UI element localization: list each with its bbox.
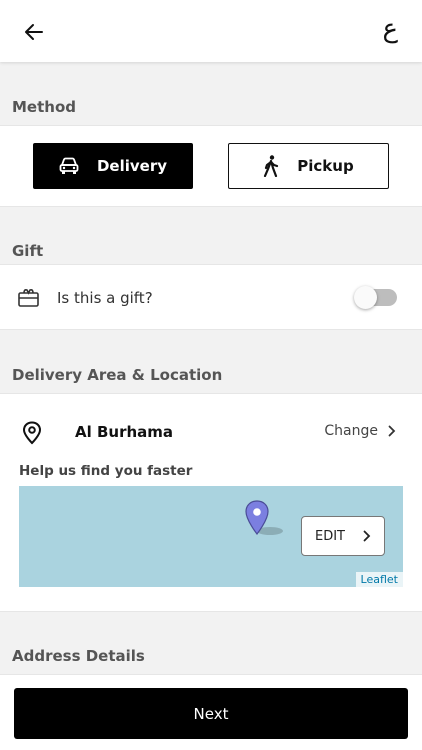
method-section-label: Method	[12, 98, 76, 116]
car-icon	[59, 157, 79, 174]
pickup-button[interactable]: Pickup	[228, 143, 389, 189]
delivery-button[interactable]: Delivery	[33, 143, 193, 189]
pickup-label: Pickup	[297, 157, 354, 175]
gift-box-icon	[18, 289, 39, 307]
top-bar: ع	[0, 0, 422, 62]
method-section: Delivery Pickup	[0, 125, 422, 207]
location-map[interactable]: EDIT Leaflet	[19, 486, 403, 587]
walking-person-icon	[264, 155, 279, 177]
help-text: Help us find you faster	[19, 463, 193, 479]
arrow-left-icon[interactable]	[22, 20, 46, 44]
location-pin-icon	[22, 421, 42, 445]
edit-label: EDIT	[315, 528, 345, 544]
delivery-label: Delivery	[96, 157, 168, 175]
change-area-link[interactable]: Change	[324, 423, 396, 439]
delivery-section: Al Burhama Change Help us find you faste…	[0, 393, 422, 612]
next-label: Next	[193, 704, 229, 723]
chevron-right-icon	[388, 425, 396, 437]
gift-section-label: Gift	[12, 242, 44, 260]
map-marker-icon[interactable]	[245, 500, 291, 540]
delivery-area-name: Al Burhama	[75, 423, 174, 441]
toggle-knob	[354, 286, 377, 309]
chevron-right-icon	[363, 530, 371, 542]
edit-location-button[interactable]: EDIT	[301, 516, 385, 556]
change-label: Change	[324, 423, 378, 439]
next-button[interactable]: Next	[14, 688, 408, 739]
gift-section: Is this a gift?	[0, 264, 422, 330]
leaflet-attribution-link[interactable]: Leaflet	[355, 572, 403, 587]
address-section-label: Address Details	[12, 647, 145, 665]
gift-question: Is this a gift?	[57, 289, 153, 307]
gift-toggle[interactable]	[354, 286, 397, 309]
language-toggle[interactable]: ع	[382, 14, 398, 44]
delivery-section-label: Delivery Area & Location	[12, 366, 223, 384]
